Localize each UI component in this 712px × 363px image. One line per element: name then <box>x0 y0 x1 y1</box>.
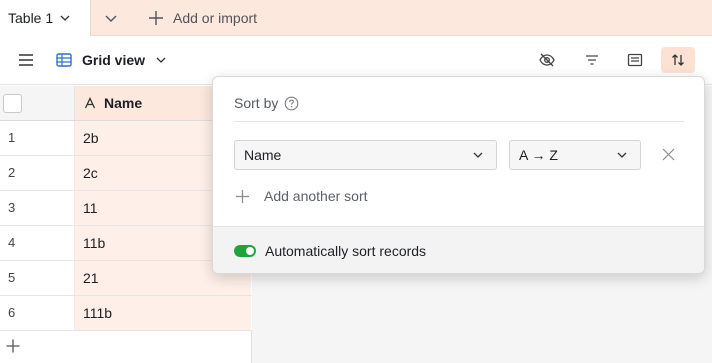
sort-popover: Sort by Name A → Z Add another sort Auto… <box>212 76 705 274</box>
remove-sort-close-icon[interactable] <box>661 147 676 162</box>
chevron-down-icon <box>617 152 627 158</box>
auto-sort-label: Automatically sort records <box>265 243 427 259</box>
hamburger-icon[interactable] <box>18 53 34 67</box>
grid-view-icon <box>56 53 72 67</box>
add-another-sort-button[interactable]: Add another sort <box>235 186 368 206</box>
filter-button[interactable] <box>575 47 609 73</box>
text-field-icon <box>84 97 96 109</box>
sort-direction-value: A → Z <box>519 147 558 163</box>
view-name: Grid view <box>82 52 146 68</box>
name-cell[interactable]: 111b <box>74 296 251 330</box>
chevron-down-icon <box>156 57 166 63</box>
toggle-knob <box>246 247 254 255</box>
sort-field-value: Name <box>244 147 282 163</box>
all-tables-chevron-icon[interactable] <box>103 10 119 26</box>
row-number: 5 <box>8 270 16 285</box>
row-number: 1 <box>8 130 16 145</box>
sort-popover-title: Sort by <box>234 95 279 111</box>
table-tab-bar: Table 1 Add or import <box>0 0 712 36</box>
tab-table-1[interactable]: Table 1 <box>0 0 91 36</box>
sort-field-select[interactable]: Name <box>234 140 497 170</box>
chevron-down-icon <box>473 152 483 158</box>
auto-sort-bar: Automatically sort records <box>213 226 704 273</box>
help-icon[interactable] <box>284 96 299 111</box>
tab-label: Table 1 <box>8 10 54 26</box>
select-all-checkbox[interactable] <box>3 94 22 113</box>
add-record-plus-icon[interactable] <box>6 339 20 353</box>
sort-popover-header: Sort by <box>234 94 299 112</box>
add-sort-label: Add another sort <box>264 188 368 204</box>
sort-icon <box>672 54 684 66</box>
sort-direction-select[interactable]: A → Z <box>509 140 641 170</box>
plus-icon <box>236 189 249 203</box>
divider <box>234 121 684 122</box>
auto-sort-toggle[interactable] <box>234 245 256 257</box>
eye-off-icon <box>539 53 555 67</box>
group-icon <box>627 53 643 67</box>
add-or-import-label: Add or import <box>173 10 258 26</box>
row-number: 6 <box>8 305 16 320</box>
filter-icon <box>586 55 598 65</box>
sort-button[interactable] <box>661 47 695 73</box>
table-row[interactable]: 6 111b <box>0 296 252 331</box>
plus-icon <box>149 11 163 25</box>
hide-fields-button[interactable] <box>530 47 564 73</box>
chevron-down-icon[interactable] <box>59 12 71 24</box>
view-switcher[interactable]: Grid view <box>56 48 167 72</box>
group-button[interactable] <box>618 47 652 73</box>
row-number: 4 <box>8 235 16 250</box>
row-number: 3 <box>8 200 16 215</box>
add-or-import-button[interactable]: Add or import <box>148 0 257 36</box>
row-number: 2 <box>8 165 16 180</box>
column-header-label: Name <box>104 95 143 111</box>
